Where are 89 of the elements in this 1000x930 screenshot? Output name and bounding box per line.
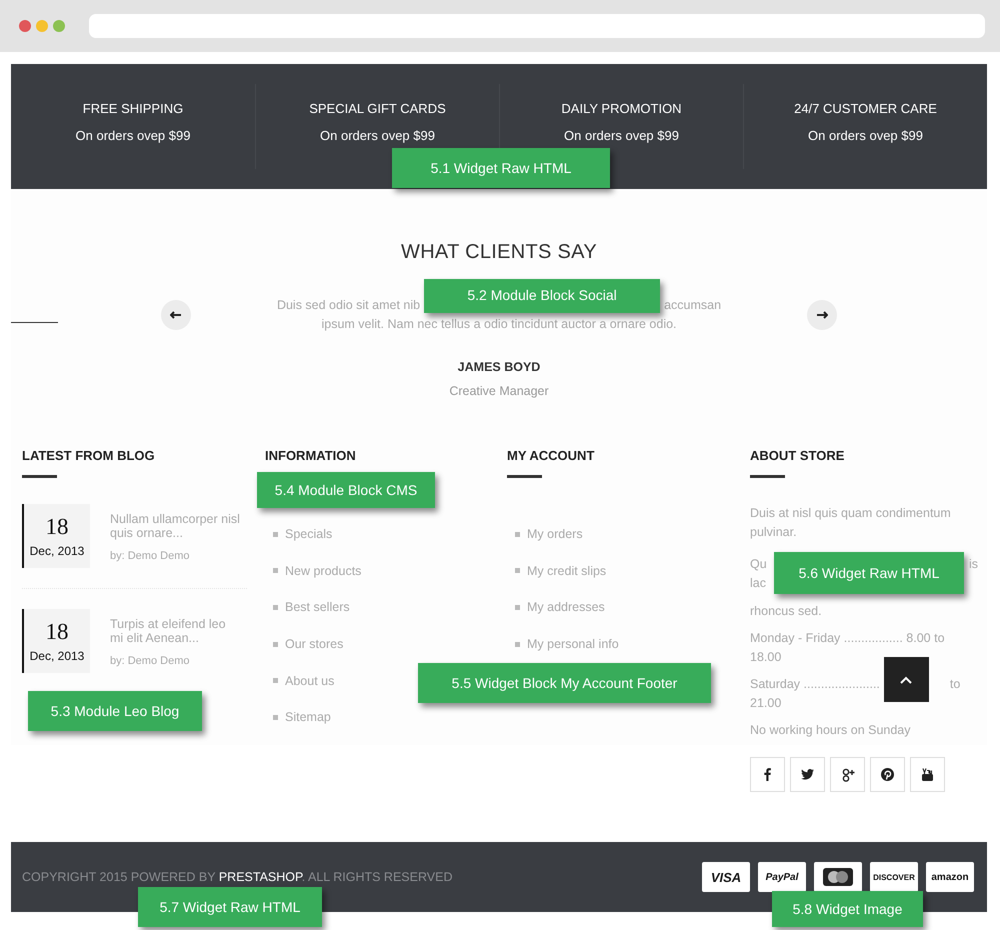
footer-link[interactable]: New products [285,564,362,578]
close-window-dot[interactable] [19,20,31,32]
store-description: is [968,556,978,573]
annotation-label: 5.4 Module Block CMS [257,472,435,508]
annotation-label: 5.5 Widget Block My Account Footer [418,663,711,703]
feature-title: DAILY PROMOTION [561,101,682,116]
store-description: rhoncus sed. [750,603,823,620]
bullet-icon [515,604,520,610]
bullet-icon [273,532,278,537]
footer-link[interactable]: Our stores [285,637,344,652]
column-heading: LATEST FROM BLOG [22,448,156,463]
annotation-label: 5.1 Widget Raw HTML [392,148,610,188]
client-name: JAMES BOYD [456,360,542,374]
quote-text: Duis sed odio sit amet nib [276,297,420,314]
previous-button[interactable] [161,300,191,330]
google-plus-icon [840,768,854,782]
right-arrow-icon [816,311,828,319]
store-description: Qu [750,556,767,573]
youtube-button[interactable] [910,757,945,792]
annotation-label: 5.6 Widget Raw HTML [774,552,964,594]
store-description: Duis at nisl quis quam condimentum pulvinar. [750,505,952,541]
date-month-year: Dec, 2013 [30,649,84,663]
paypal-logo: PayPal [758,862,806,892]
column-heading: INFORMATION [265,448,357,463]
feature-subtitle: On orders ovep $99 [320,128,435,143]
footer-link[interactable]: My orders [527,527,583,542]
bird-icon [801,769,814,780]
opening-hours: No working hours on Sunday [750,722,912,739]
bullet-icon [515,532,520,537]
facebook-button[interactable] [750,757,785,792]
feature-subtitle: On orders ovep $99 [564,128,679,143]
copyright-text: COPYRIGHT 2015 POWERED BY PRESTASHOP. ALL RIGHTS RESERVED [22,870,452,884]
back-to-top-button[interactable] [884,657,929,702]
feature-subtitle: On orders ovep $99 [808,128,923,143]
visa-logo: VISA [702,862,750,892]
opening-hours: Saturday ...................... [750,676,880,693]
feature-title: SPECIAL GIFT CARDS [309,101,446,116]
twitter-button[interactable] [790,757,825,792]
column-heading: ABOUT STORE [750,448,846,463]
annotation-label: 5.3 Module Leo Blog [28,691,202,731]
post-author: by: Demo Demo [110,655,190,667]
bullet-icon [273,714,278,720]
opening-hours: Monday - Friday ................. 8.00 to 18.00 [750,630,946,666]
post-title-link[interactable]: Nullam ullamcorper nisl quis ornare... [110,512,240,540]
bullet-icon [515,568,520,574]
brand-link[interactable]: PRESTASHOP [218,870,302,884]
feature-subtitle: On orders ovep $99 [76,128,190,143]
left-arrow-icon [170,311,182,319]
bullet-icon [273,642,278,647]
pinterest-button[interactable] [870,757,905,792]
annotation-label: 5.2 Module Block Social [424,278,660,312]
minimize-window-dot[interactable] [36,20,48,32]
footer-link[interactable]: My credit slips [527,564,606,578]
footer-link[interactable]: Sitemap [285,710,331,724]
footer-link[interactable]: My addresses [527,600,605,614]
column-heading: MY ACCOUNT [507,448,596,463]
footer-link[interactable]: Specials [285,527,332,542]
client-role: Creative Manager [448,384,550,398]
feature-title: 24/7 CUSTOMER CARE [794,101,937,116]
mastercard-logo [814,862,862,892]
footer-link[interactable]: My personal info [527,637,619,652]
next-button[interactable] [807,300,837,330]
date-day: 18 [46,619,68,645]
post-author: by: Demo Demo [110,550,190,562]
opening-hours: 21.00 [750,695,782,712]
footer-link[interactable]: About us [285,674,334,688]
amazon-logo: amazon [926,862,974,892]
date-month-year: Dec, 2013 [30,544,84,558]
date-day: 18 [46,514,68,540]
google-plus-button[interactable] [830,757,865,792]
post-title-link[interactable]: Turpis at eleifend leo mi elit Aenean... [110,617,240,645]
bullet-icon [515,642,520,647]
pinterest-icon [881,768,894,781]
section-title: WHAT CLIENTS SAY [400,241,598,264]
feature-title: FREE SHIPPING [82,101,184,116]
quote-text: accumsan [664,297,722,314]
up-chevron-icon [900,676,912,684]
bullet-icon [273,604,278,610]
annotation-label: 5.8 Widget Image [772,891,923,927]
maximize-window-dot[interactable] [53,20,65,32]
footer-link[interactable]: Best sellers [285,600,350,614]
quote-text: ipsum velit. Nam nec tellus a odio tincidunt auctor a ornare odio. [320,316,678,333]
bullet-icon [273,568,278,574]
discover-logo: DISCOVER [870,862,918,892]
annotation-label: 5.7 Widget Raw HTML [138,887,322,927]
bullet-icon [273,678,278,684]
facebook-icon [764,768,771,781]
opening-hours: to [950,676,960,693]
store-description: lac [750,575,766,592]
